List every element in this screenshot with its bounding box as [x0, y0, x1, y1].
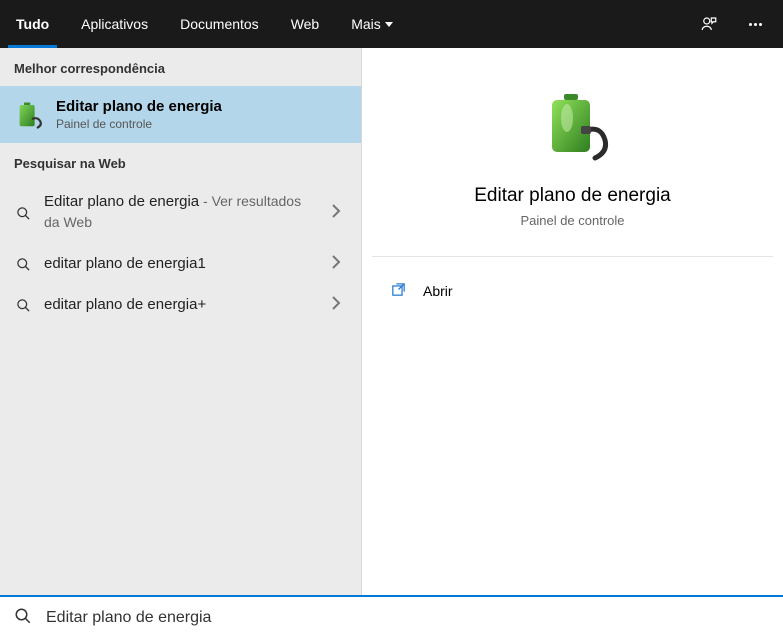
- web-result-item[interactable]: editar plano de energia1: [0, 243, 361, 284]
- power-plan-large-icon: [537, 90, 609, 167]
- header-tabs: Tudo Aplicativos Documentos Web Mais: [0, 0, 689, 48]
- tab-label: Mais: [351, 16, 381, 32]
- power-plan-icon: [14, 100, 44, 130]
- tab-web[interactable]: Web: [275, 0, 336, 48]
- tab-label: Documentos: [180, 16, 259, 32]
- detail-title: Editar plano de energia: [474, 185, 670, 207]
- feedback-icon[interactable]: [689, 4, 729, 44]
- web-result-item[interactable]: editar plano de energia+: [0, 284, 361, 325]
- search-icon: [16, 255, 32, 272]
- best-match-title: Editar plano de energia: [56, 98, 222, 115]
- web-result-label: Editar plano de energia: [44, 193, 199, 210]
- search-input[interactable]: [46, 609, 773, 627]
- chevron-down-icon: [385, 22, 393, 27]
- web-result-text: editar plano de energia+: [44, 294, 313, 315]
- web-result-text: editar plano de energia1: [44, 253, 313, 274]
- search-icon: [16, 296, 32, 313]
- web-result-text: Editar plano de energia - Ver resultados…: [44, 191, 313, 233]
- best-match-header: Melhor correspondência: [0, 48, 361, 86]
- tab-label: Aplicativos: [81, 16, 148, 32]
- detail-actions: Abrir: [372, 257, 773, 325]
- tab-documentos[interactable]: Documentos: [164, 0, 275, 48]
- search-icon: [16, 204, 32, 221]
- tab-aplicativos[interactable]: Aplicativos: [65, 0, 164, 48]
- more-options-icon[interactable]: [735, 4, 775, 44]
- best-match-subtitle: Painel de controle: [56, 117, 222, 131]
- detail-header: Editar plano de energia Painel de contro…: [372, 90, 773, 257]
- best-match-text: Editar plano de energia Painel de contro…: [56, 98, 222, 131]
- header-bar: Tudo Aplicativos Documentos Web Mais: [0, 0, 783, 48]
- search-icon: [14, 607, 32, 630]
- tab-tudo[interactable]: Tudo: [0, 0, 65, 48]
- tab-label: Web: [291, 16, 320, 32]
- web-search-header: Pesquisar na Web: [0, 143, 361, 181]
- open-action[interactable]: Abrir: [388, 275, 757, 307]
- chevron-right-icon[interactable]: [325, 296, 347, 313]
- open-icon: [390, 281, 407, 301]
- web-result-item[interactable]: Editar plano de energia - Ver resultados…: [0, 181, 361, 243]
- results-pane: Melhor correspondência Editar plano d: [0, 48, 362, 595]
- content-body: Melhor correspondência Editar plano d: [0, 48, 783, 595]
- best-match-item[interactable]: Editar plano de energia Painel de contro…: [0, 86, 361, 143]
- web-result-label: editar plano de energia+: [44, 296, 206, 313]
- detail-subtitle: Painel de controle: [520, 213, 624, 228]
- chevron-right-icon[interactable]: [325, 255, 347, 272]
- chevron-right-icon[interactable]: [325, 204, 347, 221]
- open-action-label: Abrir: [423, 283, 453, 299]
- tab-mais[interactable]: Mais: [335, 0, 409, 48]
- header-actions: [689, 4, 783, 44]
- web-result-label: editar plano de energia1: [44, 255, 206, 272]
- tab-label: Tudo: [16, 16, 49, 32]
- search-bar: [0, 595, 783, 639]
- detail-pane: Editar plano de energia Painel de contro…: [372, 58, 773, 585]
